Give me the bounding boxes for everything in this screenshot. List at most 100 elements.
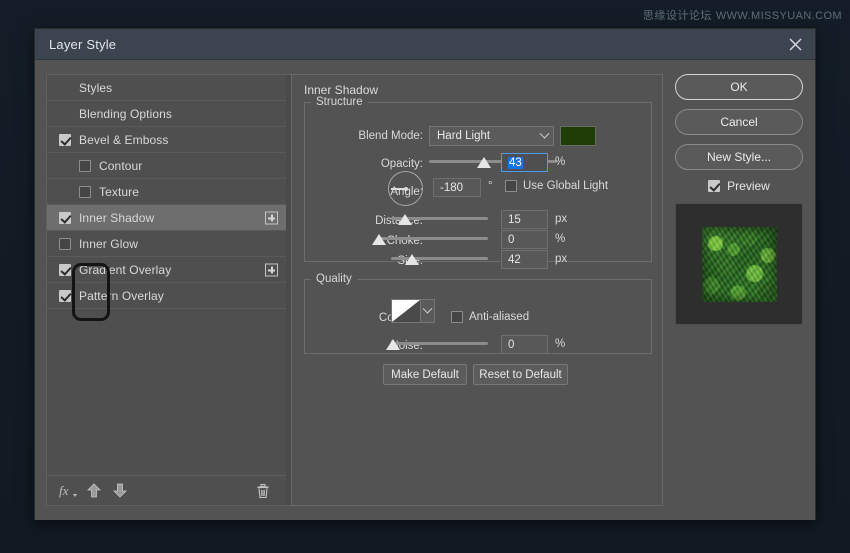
- noise-input[interactable]: 0: [501, 335, 548, 354]
- move-up-button[interactable]: [81, 480, 107, 502]
- quality-legend: Quality: [311, 273, 357, 285]
- sidebar-item-label: Texture: [99, 185, 139, 199]
- dialog-actions: OK Cancel New Style... Preview: [675, 74, 807, 325]
- distance-slider-thumb[interactable]: [398, 214, 412, 225]
- noise-slider[interactable]: [391, 337, 488, 351]
- watermark-en: WWW.MISSYUAN.COM: [716, 10, 842, 22]
- sidebar-item-label: Pattern Overlay: [79, 289, 164, 303]
- dialog-body: Styles Blending Options Bevel & Emboss Cont…: [35, 60, 815, 520]
- blend-mode-select[interactable]: Hard Light: [429, 126, 554, 146]
- shadow-color-swatch[interactable]: [560, 126, 596, 146]
- add-effect-instance-icon[interactable]: [265, 211, 278, 224]
- choke-input[interactable]: 0: [501, 230, 548, 249]
- sidebar-item-label: Bevel & Emboss: [79, 133, 168, 147]
- chevron-down-icon: [421, 300, 434, 322]
- preview-checkbox[interactable]: Preview: [675, 179, 803, 193]
- noise-slider-track: [391, 342, 488, 345]
- svg-text:fx: fx: [59, 483, 69, 498]
- size-slider[interactable]: [391, 252, 488, 266]
- size-unit: px: [555, 253, 567, 265]
- blend-mode-label: Blend Mode:: [313, 130, 423, 142]
- sidebar-item-texture[interactable]: Texture: [47, 179, 286, 205]
- layer-style-dialog: Layer Style Styles Blending Options Bevel …: [34, 28, 816, 520]
- opacity-label: Opacity:: [313, 158, 423, 170]
- arrow-up-icon: [87, 483, 101, 498]
- contour-preset-select[interactable]: [391, 299, 435, 323]
- sidebar-item-bevel-emboss[interactable]: Bevel & Emboss: [47, 127, 286, 153]
- sidebar-item-pattern-overlay[interactable]: Pattern Overlay: [47, 283, 286, 309]
- sidebar-item-label: Gradient Overlay: [79, 263, 171, 277]
- opacity-input[interactable]: 43: [501, 153, 548, 172]
- fx-menu-button[interactable]: fx: [55, 480, 81, 502]
- sidebar-item-label: Inner Glow: [79, 237, 138, 251]
- contour-curve-thumbnail: [392, 300, 421, 322]
- delete-effect-button[interactable]: [250, 480, 276, 502]
- angle-value: -180: [440, 182, 463, 194]
- sidebar-toolbar: fx: [47, 475, 286, 505]
- quality-group: Quality Contour: Anti-aliased Noise:: [304, 273, 652, 354]
- watermark-cn: 思缘设计论坛: [643, 9, 712, 22]
- add-effect-instance-icon[interactable]: [265, 263, 278, 276]
- distance-unit: px: [555, 213, 567, 225]
- effects-sidebar: Styles Blending Options Bevel & Emboss Cont…: [46, 74, 286, 506]
- anti-aliased-box: [451, 311, 463, 323]
- size-slider-thumb[interactable]: [405, 254, 419, 265]
- chevron-down-icon: [535, 133, 553, 140]
- use-global-light-label: Use Global Light: [523, 180, 608, 192]
- angle-dial[interactable]: [388, 171, 423, 206]
- choke-slider[interactable]: [377, 232, 488, 246]
- preview-thumbnail: [702, 227, 777, 302]
- watermark: 思缘设计论坛 WWW.MISSYUAN.COM: [643, 7, 842, 23]
- move-down-button[interactable]: [107, 480, 133, 502]
- noise-slider-thumb[interactable]: [386, 339, 400, 350]
- reset-to-default-button[interactable]: Reset to Default: [473, 364, 568, 385]
- structure-group: Structure Blend Mode: Hard Light Opacity…: [304, 96, 652, 262]
- anti-aliased-label: Anti-aliased: [469, 311, 529, 323]
- angle-input[interactable]: -180: [433, 178, 481, 197]
- sidebar-item-label: Blending Options: [79, 107, 172, 121]
- size-input[interactable]: 42: [501, 250, 548, 269]
- opacity-slider-thumb[interactable]: [477, 157, 491, 168]
- anti-aliased-checkbox[interactable]: Anti-aliased: [451, 311, 529, 323]
- sidebar-item-contour[interactable]: Contour: [47, 153, 286, 179]
- distance-slider[interactable]: [391, 212, 488, 226]
- dialog-titlebar[interactable]: Layer Style: [35, 29, 815, 60]
- effect-enable-checkbox[interactable]: [79, 160, 91, 172]
- ok-button[interactable]: OK: [675, 74, 803, 100]
- noise-value: 0: [508, 339, 514, 351]
- sidebar-item-blending-options[interactable]: Blending Options: [47, 101, 286, 127]
- structure-legend: Structure: [311, 96, 368, 108]
- trash-icon: [256, 483, 270, 499]
- use-global-light-checkbox[interactable]: Use Global Light: [505, 180, 608, 192]
- sidebar-item-label: Inner Shadow: [79, 211, 154, 225]
- choke-value: 0: [508, 234, 514, 246]
- arrow-down-icon: [113, 483, 127, 498]
- size-value: 42: [508, 254, 521, 266]
- close-icon[interactable]: [775, 29, 815, 60]
- preview-label: Preview: [727, 179, 770, 193]
- close-glyph: [789, 38, 802, 51]
- choke-unit: %: [555, 233, 565, 245]
- effect-enable-checkbox[interactable]: [59, 264, 71, 276]
- sidebar-item-inner-shadow[interactable]: Inner Shadow: [47, 205, 286, 231]
- effect-enable-checkbox[interactable]: [59, 290, 71, 302]
- effect-enable-checkbox[interactable]: [59, 238, 71, 250]
- effect-enable-checkbox[interactable]: [79, 186, 91, 198]
- sidebar-item-inner-glow[interactable]: Inner Glow: [47, 231, 286, 257]
- sidebar-item-gradient-overlay[interactable]: Gradient Overlay: [47, 257, 286, 283]
- sidebar-item-label: Styles: [79, 81, 112, 95]
- distance-input[interactable]: 15: [501, 210, 548, 229]
- dialog-title: Layer Style: [49, 37, 116, 52]
- preview-box: [708, 180, 720, 192]
- make-default-button[interactable]: Make Default: [383, 364, 467, 385]
- cancel-button[interactable]: Cancel: [675, 109, 803, 135]
- fx-icon: fx: [58, 483, 78, 499]
- preview-panel: [675, 203, 803, 325]
- new-style-button[interactable]: New Style...: [675, 144, 803, 170]
- angle-unit: °: [488, 180, 493, 192]
- choke-slider-thumb[interactable]: [372, 234, 386, 245]
- effect-enable-checkbox[interactable]: [59, 134, 71, 146]
- effect-enable-checkbox[interactable]: [59, 212, 71, 224]
- effect-title: Inner Shadow: [304, 83, 378, 97]
- sidebar-item-styles[interactable]: Styles: [47, 75, 286, 101]
